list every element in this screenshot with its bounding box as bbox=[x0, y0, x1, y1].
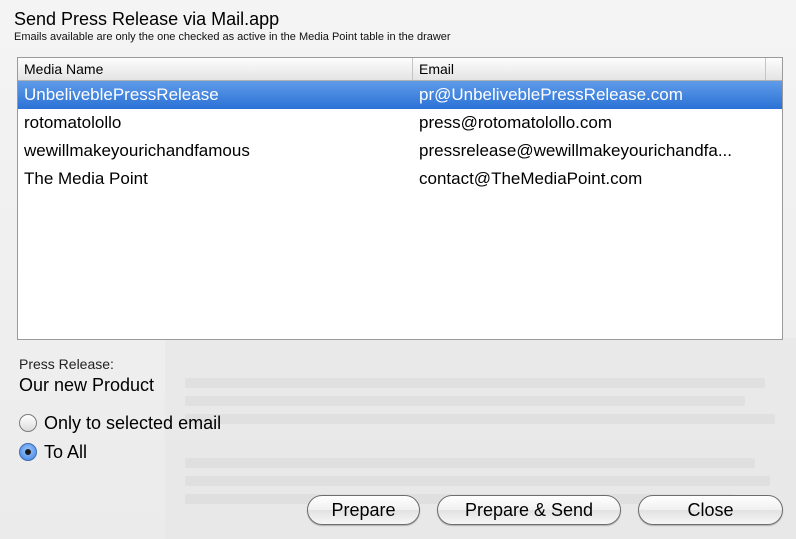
email-cell: contact@TheMediaPoint.com bbox=[419, 169, 643, 188]
media-name-cell: wewillmakeyourichandfamous bbox=[24, 141, 250, 160]
column-header-email[interactable]: Email bbox=[413, 58, 784, 80]
radio-label: To All bbox=[44, 441, 88, 462]
header-corner bbox=[765, 58, 782, 80]
media-name-cell: The Media Point bbox=[24, 169, 148, 188]
radio-to-all[interactable]: To All bbox=[19, 440, 87, 464]
email-cell: press@rotomatolollo.com bbox=[419, 113, 612, 132]
radio-button-icon[interactable] bbox=[19, 414, 37, 432]
media-name-cell: UnbeliveblePressRelease bbox=[24, 85, 219, 104]
prepare-send-button[interactable]: Prepare & Send bbox=[437, 495, 621, 525]
press-release-label: Press Release: bbox=[19, 356, 114, 372]
radio-button-selected-icon[interactable] bbox=[19, 443, 37, 461]
send-press-release-dialog: Send Press Release via Mail.app Emails a… bbox=[0, 0, 796, 539]
column-header-media-name[interactable]: Media Name bbox=[18, 58, 413, 80]
table-row[interactable]: rotomatolollo press@rotomatolollo.com bbox=[18, 109, 782, 137]
dialog-subtitle: Emails available are only the one checke… bbox=[14, 31, 451, 43]
table-row[interactable]: The Media Point contact@TheMediaPoint.co… bbox=[18, 165, 782, 193]
table-body: UnbeliveblePressRelease pr@UnbeliveblePr… bbox=[18, 81, 782, 193]
prepare-button[interactable]: Prepare bbox=[307, 495, 420, 525]
media-table[interactable]: Media Name Email UnbeliveblePressRelease… bbox=[17, 57, 783, 340]
table-row[interactable]: UnbeliveblePressRelease pr@UnbeliveblePr… bbox=[18, 81, 782, 109]
table-header: Media Name Email bbox=[18, 58, 782, 81]
radio-label: Only to selected email bbox=[44, 412, 222, 433]
table-row[interactable]: wewillmakeyourichandfamous pressrelease@… bbox=[18, 137, 782, 165]
media-name-cell: rotomatolollo bbox=[24, 113, 122, 132]
press-release-name: Our new Product bbox=[19, 375, 155, 395]
email-cell: pr@UnbeliveblePressRelease.com bbox=[419, 85, 683, 104]
dialog-title: Send Press Release via Mail.app bbox=[14, 9, 280, 29]
radio-only-selected[interactable]: Only to selected email bbox=[19, 411, 221, 435]
email-cell: pressrelease@wewillmakeyourichandfa... bbox=[419, 141, 733, 160]
close-button[interactable]: Close bbox=[638, 495, 783, 525]
